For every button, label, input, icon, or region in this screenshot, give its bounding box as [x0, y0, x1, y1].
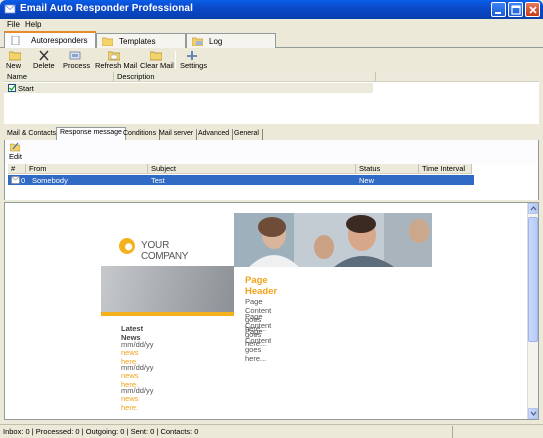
- folder-icon: [102, 37, 113, 46]
- tab-autoresponders[interactable]: Autoresponders: [4, 31, 96, 48]
- news-text: news here.: [121, 394, 139, 412]
- tab-advanced[interactable]: Advanced: [195, 129, 234, 140]
- enabled-checkbox[interactable]: [8, 84, 16, 92]
- column-header-time-interval[interactable]: Time Interval: [419, 164, 472, 174]
- company-logo: YOUR COMPANY: [141, 240, 188, 262]
- sidebar-banner: [101, 266, 234, 312]
- mail-app-icon: [4, 4, 16, 14]
- status-bar: Inbox: 0 | Processed: 0 | Outgoing: 0 | …: [0, 424, 543, 438]
- messages-list[interactable]: # From Subject Status Time Interval 0 So…: [4, 164, 539, 200]
- log-icon: [192, 37, 203, 46]
- clear-mail-button[interactable]: Clear Mail: [138, 49, 174, 71]
- tab-mail-server[interactable]: Mail server: [156, 129, 198, 140]
- logo-prefix: YOUR: [141, 240, 170, 251]
- new-label: New: [6, 61, 22, 70]
- refresh-mail-label: Refresh Mail: [95, 61, 138, 70]
- tab-general[interactable]: General: [231, 129, 263, 140]
- tab-mail-contacts[interactable]: Mail & Contacts: [4, 129, 61, 140]
- message-subject: Test: [151, 176, 165, 185]
- message-status: New: [359, 176, 375, 185]
- menu-file[interactable]: File: [7, 20, 20, 29]
- settings-icon: [187, 51, 197, 60]
- status-pane: [452, 426, 543, 438]
- column-header-subject[interactable]: Subject: [148, 164, 356, 174]
- logo-name: COMPANY: [141, 251, 189, 262]
- main-tabs: Autoresponders Templates Log: [0, 31, 543, 48]
- process-label: Process: [63, 61, 91, 70]
- minimize-button[interactable]: [491, 2, 506, 17]
- column-header-number[interactable]: #: [8, 164, 26, 174]
- clear-mail-icon: [150, 51, 162, 61]
- edit-icon[interactable]: [10, 142, 20, 152]
- document-icon: [11, 36, 20, 45]
- column-header-status[interactable]: Status: [356, 164, 419, 174]
- column-header-name[interactable]: Name: [4, 72, 114, 82]
- envelope-icon: [11, 176, 20, 184]
- scroll-up-button[interactable]: [528, 203, 538, 214]
- toolbar-separator: [175, 51, 176, 69]
- tab-conditions[interactable]: Conditions: [120, 129, 161, 140]
- tab-log[interactable]: Log: [186, 33, 276, 48]
- autoresponder-name: Start: [18, 84, 34, 93]
- settings-label: Settings: [180, 61, 208, 70]
- autoresponder-list[interactable]: Name Description Start: [4, 72, 539, 124]
- company-logo-icon: [119, 238, 135, 254]
- table-row[interactable]: 0 Somebody Test New: [8, 175, 474, 185]
- column-header-description[interactable]: Description: [114, 72, 376, 82]
- chevron-up-icon: [530, 206, 537, 211]
- tab-label: Log: [209, 37, 223, 46]
- checkmark-icon: [9, 85, 16, 92]
- delete-x-icon: [39, 50, 49, 61]
- edit-button[interactable]: Edit: [9, 152, 22, 161]
- accent-stripe: [101, 312, 234, 316]
- title-bar[interactable]: Email Auto Responder Professional: [0, 0, 543, 19]
- process-button[interactable]: Process: [61, 49, 91, 71]
- message-number: 0: [21, 176, 26, 185]
- tab-response-message[interactable]: Response message: [56, 127, 126, 140]
- chevron-down-icon: [530, 411, 537, 416]
- message-from: Somebody: [32, 176, 68, 185]
- list-item[interactable]: Start: [4, 83, 373, 93]
- column-header-filler: [376, 72, 539, 82]
- page-content: Page Content goes here...: [245, 327, 272, 363]
- settings-button[interactable]: Settings: [178, 49, 208, 71]
- minimize-icon: [495, 12, 501, 14]
- menu-bar: File Help: [0, 19, 543, 31]
- page-header: Page Header: [245, 275, 278, 297]
- toolbar: New Delete Process Refresh Mail Clear Ma…: [0, 48, 543, 72]
- header-photo: [234, 213, 432, 267]
- new-button[interactable]: New: [4, 49, 26, 71]
- message-preview[interactable]: YOUR COMPANY Page Header Page Content go…: [4, 202, 539, 420]
- refresh-mail-icon: [108, 51, 120, 61]
- column-header-from[interactable]: From: [26, 164, 148, 174]
- scroll-thumb[interactable]: [528, 217, 538, 342]
- process-icon: [69, 51, 81, 60]
- refresh-mail-button[interactable]: Refresh Mail: [93, 49, 138, 71]
- clear-mail-label: Clear Mail: [140, 61, 174, 70]
- delete-label: Delete: [33, 61, 55, 70]
- maximize-button[interactable]: [508, 2, 523, 17]
- tab-templates[interactable]: Templates: [96, 33, 186, 48]
- delete-button[interactable]: Delete: [31, 49, 57, 71]
- scroll-down-button[interactable]: [528, 408, 538, 419]
- close-button[interactable]: [525, 2, 540, 17]
- window-title: Email Auto Responder Professional: [20, 3, 193, 14]
- close-icon: [529, 6, 537, 14]
- maximize-icon: [511, 5, 521, 15]
- status-text: Inbox: 0 | Processed: 0 | Outgoing: 0 | …: [3, 427, 199, 436]
- tab-label: Autoresponders: [31, 36, 88, 45]
- edit-toolbar: Edit: [4, 140, 539, 164]
- vertical-scrollbar[interactable]: [527, 203, 538, 419]
- menu-help[interactable]: Help: [25, 20, 41, 29]
- new-folder-icon: [9, 51, 21, 61]
- detail-tabs: Mail & Contacts Response message Conditi…: [4, 127, 539, 140]
- tab-label: Templates: [119, 37, 156, 46]
